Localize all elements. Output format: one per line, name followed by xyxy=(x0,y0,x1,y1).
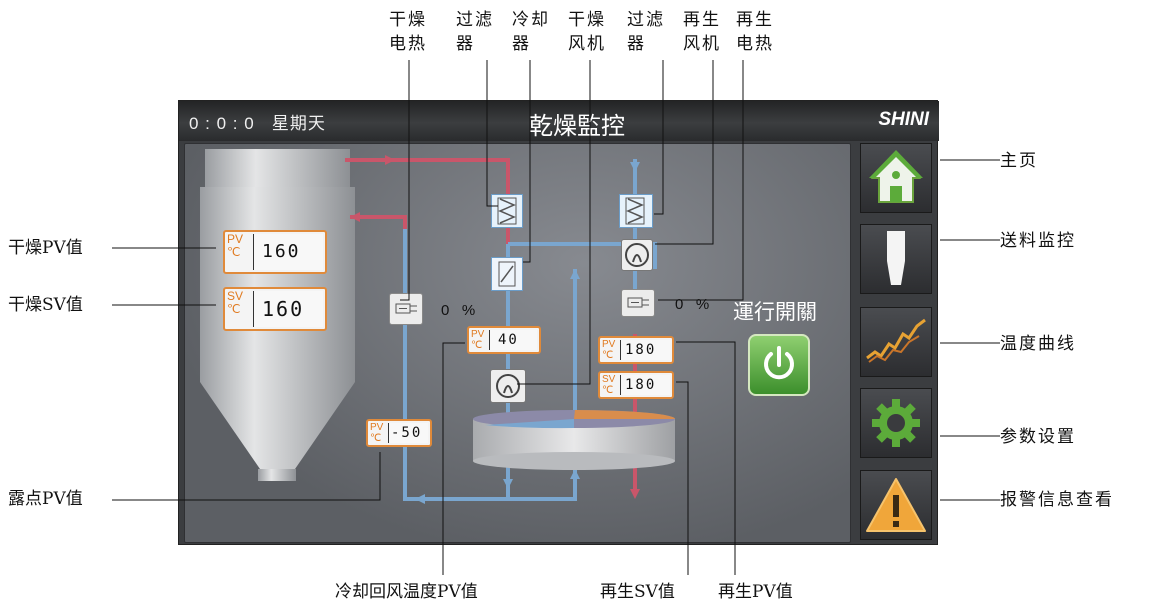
hopper-icon xyxy=(887,231,905,285)
callout-regen-sv: 再生SV值 xyxy=(600,582,675,602)
dry-pv-value: 160 xyxy=(253,234,323,270)
run-switch-label: 運行開關 xyxy=(733,300,817,324)
dry-sv-indicator[interactable]: SV ℃ 160 xyxy=(223,287,327,331)
warning-icon xyxy=(866,478,926,532)
dry-fan-icon xyxy=(490,369,526,403)
feed-monitor-button[interactable] xyxy=(860,224,932,294)
regen-fan-icon xyxy=(621,239,653,271)
callout-param-settings: 参数设置 xyxy=(1000,427,1076,447)
regen-heater-icon xyxy=(621,289,655,317)
filter-1-icon xyxy=(491,194,523,228)
callout-dry-heater: 干燥 电热 xyxy=(389,10,427,54)
callout-regen-pv: 再生PV值 xyxy=(718,582,793,602)
regen-sv-indicator[interactable]: SV ℃ 180 xyxy=(598,371,674,399)
callout-dry-fan: 干燥 风机 xyxy=(568,10,606,54)
callout-dew-pv: 露点PV值 xyxy=(8,489,83,509)
weekday: 星期天 xyxy=(271,114,326,133)
title-bar: 0 : 0 : 0 星期天 乾燥監控 SHINI xyxy=(179,101,939,141)
callout-cooler: 冷却器 xyxy=(512,10,550,54)
brand-logo: SHINI xyxy=(878,109,929,130)
power-icon xyxy=(764,346,794,380)
callout-regen-heater: 再生 电热 xyxy=(736,10,774,54)
gear-icon xyxy=(872,399,920,447)
dew-pv-indicator: PV ℃ -50 xyxy=(366,419,432,447)
callout-home: 主页 xyxy=(1000,151,1038,171)
dew-pv-value: -50 xyxy=(388,423,428,443)
callout-dry-pv: 干燥PV值 xyxy=(8,238,83,258)
page-title: 乾燥監控 xyxy=(529,113,625,140)
regen-sv-value[interactable]: 180 xyxy=(620,375,670,395)
callout-feed-monitor: 送料监控 xyxy=(1000,231,1076,251)
filter-2-icon xyxy=(619,194,653,228)
callout-dry-sv: 干燥SV值 xyxy=(8,295,83,315)
cooler-icon xyxy=(491,257,523,291)
dry-sv-value[interactable]: 160 xyxy=(253,291,323,327)
callout-filter2: 过滤器 xyxy=(627,10,665,54)
callout-alarm-info: 报警信息查看 xyxy=(1000,490,1114,510)
callout-filter1: 过滤器 xyxy=(456,10,494,54)
hmi-screen: 0 : 0 : 0 星期天 乾燥監控 SHINI 0 % 0 % PV ℃ 16… xyxy=(178,100,939,579)
temp-curve-button[interactable] xyxy=(860,307,932,377)
regen-pv-indicator: PV ℃ 180 xyxy=(598,336,674,364)
dry-pv-indicator: PV ℃ 160 xyxy=(223,230,327,274)
callout-temp-curve: 温度曲线 xyxy=(1000,334,1076,354)
cool-return-pv-indicator: PV ℃ 40 xyxy=(467,326,541,354)
callout-regen-fan: 再生 风机 xyxy=(683,10,721,54)
clock: 0 : 0 : 0 星期天 xyxy=(189,114,326,133)
process-panel: 0 % 0 % PV ℃ 160 SV ℃ 160 PV ℃ 40 PV ℃ 180 S… xyxy=(184,143,851,579)
home-icon xyxy=(869,150,923,203)
regen-pv-value: 180 xyxy=(620,340,670,360)
alarm-info-button[interactable] xyxy=(860,470,932,540)
curve-icon xyxy=(866,318,926,363)
param-settings-button[interactable] xyxy=(860,388,932,458)
home-button[interactable] xyxy=(860,143,932,213)
power-button[interactable] xyxy=(748,334,810,396)
cool-return-pv-value: 40 xyxy=(489,330,537,350)
regen-heater-output: 0 % xyxy=(675,296,710,313)
callout-cool-return-pv: 冷却回风温度PV值 xyxy=(335,582,478,602)
dry-heater-output: 0 % xyxy=(441,302,476,319)
dry-heater-icon xyxy=(389,293,423,325)
desiccant-wheel xyxy=(473,410,675,470)
machine-runtime: 機器運行時間 30 Min xyxy=(201,564,355,579)
